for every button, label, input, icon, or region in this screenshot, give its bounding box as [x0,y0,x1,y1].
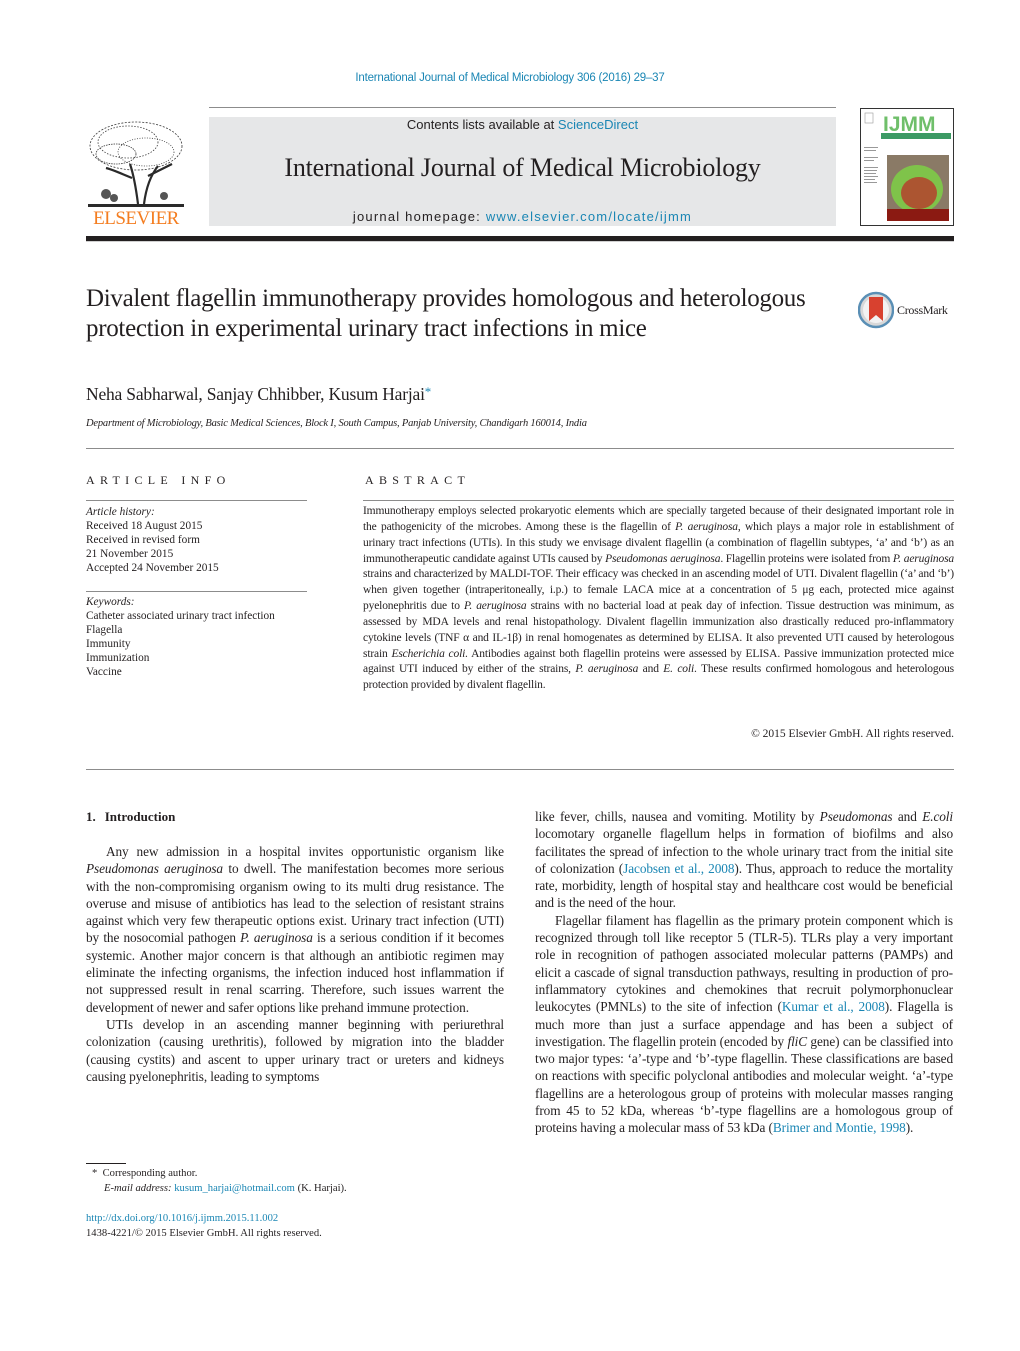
italic-term: fliC [787,1033,808,1049]
italic-term: P. aeruginosa [240,930,313,946]
journal-title: International Journal of Medical Microbi… [284,153,761,182]
keywords: Keywords: Catheter associated urinary tr… [86,595,326,680]
journal-cover-icon: IJMM [861,109,953,225]
contents-prefix: Contents lists available at [406,117,558,132]
article-info-rule-2 [86,591,307,592]
homepage-line: journal homepage: www.elsevier.com/locat… [209,209,836,224]
corresponding-author-marker[interactable]: * [425,384,432,399]
italic-term: P. aeruginosa [892,552,954,565]
footnote-marker: * [92,1168,98,1179]
body-rule [86,769,954,770]
history-line: 21 November 2015 [86,548,174,561]
contents-line: Contents lists available at ScienceDirec… [209,117,836,132]
body-paragraph: Any new admission in a hospital invites … [86,844,505,1015]
keyword-item: Catheter associated urinary tract infect… [86,610,275,623]
email-suffix: (K. Harjai). [297,1183,347,1194]
author-list: Neha Sabharwal, Sanjay Chhibber, Kusum H… [86,384,431,405]
section-heading-introduction: 1. Introduction [86,809,175,825]
article-info-heading: Article Info [86,473,231,487]
footnote: * Corresponding author. E-mail address: … [92,1166,347,1196]
journal-cover-thumbnail[interactable]: IJMM [860,108,954,226]
citation-link[interactable]: Jacobsen et al., 2008 [623,861,734,876]
italic-term: E. coli [663,663,694,676]
elsevier-logo[interactable]: ELSEVIER [86,118,186,229]
footnote-rule [86,1163,126,1164]
keywords-label: Keywords: [86,596,135,608]
email-label: E-mail address: [104,1183,172,1194]
body-paragraph: like fever, chills, nausea and vomiting.… [535,809,953,911]
section-title: Introduction [104,809,176,824]
italic-term: E.coli [922,809,953,824]
article-info-rule-1 [86,500,307,501]
history-line: Accepted 24 November 2015 [86,562,219,575]
italic-term: Escherichia coli. [391,647,468,660]
header-rule [209,107,836,108]
body-paragraph: Flagellar filament has flagellin as the … [535,912,954,1136]
sciencedirect-link[interactable]: ScienceDirect [558,117,638,132]
body-paragraph: UTIs develop in an ascending manner begi… [86,1016,504,1084]
keyword-item: Immunization [86,652,150,665]
homepage-prefix: journal homepage: [352,209,486,224]
journal-citation-link[interactable]: International Journal of Medical Microbi… [0,72,1020,84]
section-number: 1. [86,809,96,824]
keyword-item: Flagella [86,624,123,637]
crossmark-icon [857,291,895,329]
elsevier-tree-icon [88,121,184,207]
crossmark-label: CrossMark [897,303,948,317]
abstract-text: Immunotherapy employs selected prokaryot… [363,505,955,692]
elsevier-wordmark: ELSEVIER [93,208,179,229]
crossmark-button[interactable]: CrossMark [857,291,958,331]
cover-logo-text: IJMM [883,113,936,136]
italic-term: P. aeruginosa [575,663,639,676]
corresponding-author-note: Corresponding author. [102,1168,198,1179]
italic-term: Pseudomonas aeruginosa [86,861,223,877]
italic-term: Pseudomonas [819,809,893,824]
abstract-heading: Abstract [365,473,471,487]
affiliation: Department of Microbiology, Basic Medica… [86,418,587,429]
italic-term: Pseudomonas aeruginosa [605,552,721,565]
journal-homepage-link[interactable]: www.elsevier.com/locate/ijmm [486,209,692,224]
authors-text: Neha Sabharwal, Sanjay Chhibber, Kusum H… [86,384,425,404]
affiliation-rule [86,448,954,449]
doi-block: http://dx.doi.org/10.1016/j.ijmm.2015.11… [86,1211,322,1241]
abstract-copyright: © 2015 Elsevier GmbH. All rights reserve… [751,728,954,740]
history-line: Received 18 August 2015 [86,520,203,533]
italic-term: P. aeruginosa [675,520,738,533]
body-column-right: like fever, chills, nausea and vomiting.… [535,808,953,1137]
article-history: Article history: Received 18 August 2015… [86,505,326,575]
article-history-label: Article history: [86,506,155,518]
issn-copyright: 1438-4221/© 2015 Elsevier GmbH. All righ… [86,1228,322,1239]
italic-term: P. aeruginosa [463,600,527,613]
abstract-rule [363,500,954,501]
keyword-item: Immunity [86,638,131,651]
keyword-item: Vaccine [86,666,122,679]
doi-link[interactable]: http://dx.doi.org/10.1016/j.ijmm.2015.11… [86,1211,322,1226]
citation-link[interactable]: Brimer and Montie, 1998 [773,1120,906,1135]
journal-banner: Contents lists available at ScienceDirec… [209,117,836,226]
history-line: Received in revised form [86,534,200,547]
body-column-left: Any new admission in a hospital invites … [86,843,504,1085]
citation-link[interactable]: Kumar et al., 2008 [782,999,885,1014]
article-title: Divalent flagellin immunotherapy provide… [86,285,806,342]
header-thin-rule [86,241,954,242]
author-email-link[interactable]: kusum_harjai@hotmail.com [174,1183,295,1194]
